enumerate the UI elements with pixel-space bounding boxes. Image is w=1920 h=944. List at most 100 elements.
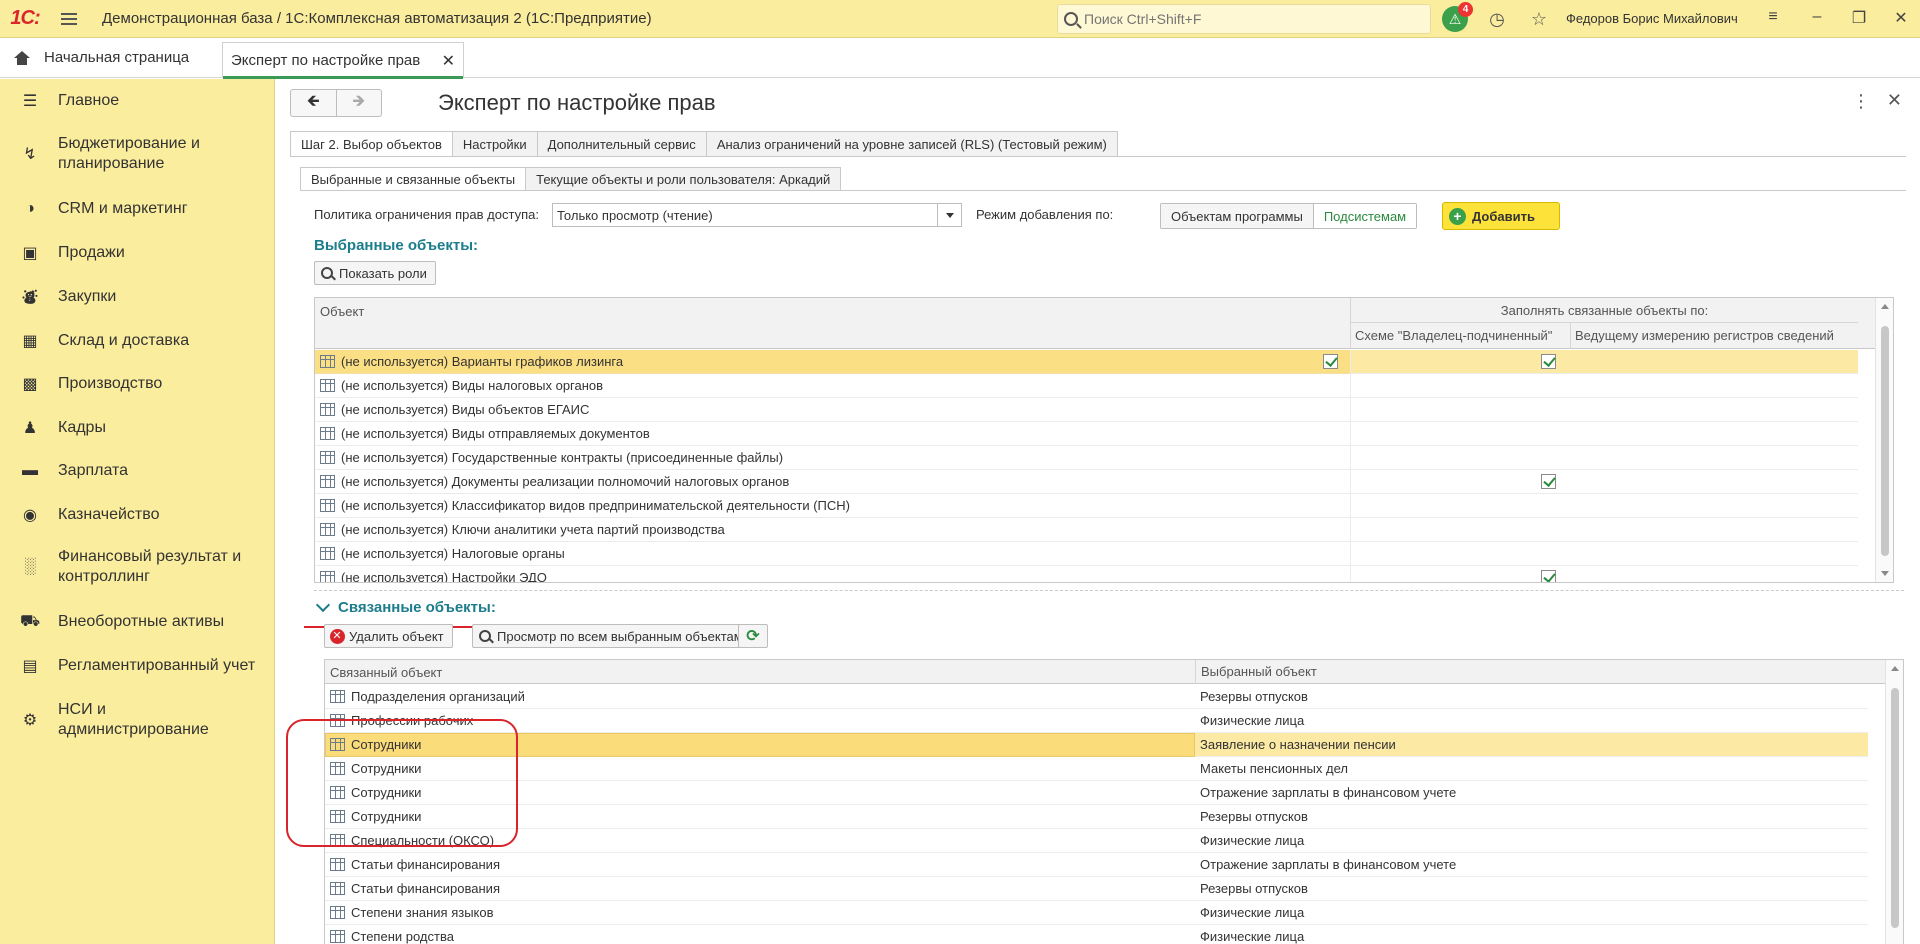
tab-rights-expert[interactable]: Эксперт по настройке прав ✕ <box>222 42 464 79</box>
back-arrow-icon[interactable]: 🡸 <box>291 90 336 116</box>
owner-scheme-checkbox[interactable] <box>1323 354 1338 369</box>
selected-objects-table: Объект Заполнять связанные объекты по: С… <box>314 297 1894 583</box>
dropdown-arrow-icon[interactable] <box>937 204 961 226</box>
table-row[interactable]: Специальности (ОКСО) Физические лица <box>325 829 1868 853</box>
minimize-icon[interactable]: – <box>1806 8 1828 26</box>
sidebar-item-financial-result[interactable]: ░ Финансовый результат и контроллинг <box>0 546 275 588</box>
col-linked-object[interactable]: Связанный объект <box>330 665 442 680</box>
leading-dimension-checkbox[interactable] <box>1541 474 1556 489</box>
bag-icon: ▣ <box>22 245 38 262</box>
sidebar-item-administration[interactable]: ⚙ НСИ и администрирование <box>0 699 275 741</box>
refresh-icon[interactable]: ⟳ <box>738 624 768 648</box>
tab-current-objects-roles[interactable]: Текущие объекты и роли пользователя: Арк… <box>526 167 842 191</box>
settings-lines-icon[interactable]: ≡ <box>1762 8 1784 26</box>
table-row[interactable]: Статьи финансирования Резервы отпусков <box>325 877 1868 901</box>
favorites-star-icon[interactable]: ☆ <box>1528 8 1550 30</box>
mode-by-objects[interactable]: Объектам программы <box>1161 204 1313 228</box>
col-leading-dimension[interactable]: Ведущему измерению регистров сведений <box>1570 323 1858 349</box>
catalog-icon <box>330 690 345 703</box>
sidebar-item-salary[interactable]: ▬ Зарплата <box>0 459 275 483</box>
object-name: (не используется) Виды налоговых органов <box>341 378 604 393</box>
table-row[interactable]: (не используется) Виды отправляемых доку… <box>315 422 1858 446</box>
tab-step2-select-objects[interactable]: Шаг 2. Выбор объектов <box>290 131 453 157</box>
current-user[interactable]: Федоров Борис Михайлович <box>1566 11 1738 26</box>
col-selected-object[interactable]: Выбранный объект <box>1195 660 1865 684</box>
mode-label: Режим добавления по: <box>976 207 1114 222</box>
table-row[interactable]: (не используется) Документы реализации п… <box>315 470 1858 494</box>
sidebar-item-treasury[interactable]: ◉ Казначейство <box>0 503 275 527</box>
tab-home[interactable]: Начальная страница <box>0 38 216 77</box>
more-actions-icon[interactable]: ⋮ <box>1852 91 1870 112</box>
table2-scrollbar[interactable] <box>1885 660 1903 944</box>
add-button[interactable]: + Добавить <box>1442 202 1560 230</box>
delete-icon: ✕ <box>329 628 345 644</box>
table-row[interactable]: Степени родства Физические лица <box>325 925 1868 944</box>
linked-object-name: Подразделения организаций <box>351 689 525 704</box>
close-form-icon[interactable]: ✕ <box>1887 90 1902 111</box>
tab-settings[interactable]: Настройки <box>452 131 538 157</box>
sidebar-item-crm[interactable]: ◑ CRM и маркетинг <box>0 197 275 221</box>
mode-by-subsystems[interactable]: Подсистемам <box>1312 204 1417 228</box>
restore-icon[interactable]: ❐ <box>1848 8 1870 28</box>
sidebar-item-sales[interactable]: ▣ Продажи <box>0 241 275 265</box>
gear-icon: ⚙ <box>22 712 38 729</box>
table-row[interactable]: Сотрудники Заявление о назначении пенсии <box>325 733 1868 757</box>
search-input[interactable] <box>1084 11 1384 27</box>
sidebar-item-production[interactable]: ▩ Производство <box>0 372 275 396</box>
tab-additional-service[interactable]: Дополнительный сервис <box>537 131 707 157</box>
sidebar-item-budgeting[interactable]: ↯ Бюджетирование и планирование <box>0 133 275 175</box>
linked-object-name: Статьи финансирования <box>351 881 500 896</box>
table-row[interactable]: (не используется) Виды объектов ЕГАИС <box>315 398 1858 422</box>
close-window-icon[interactable]: ✕ <box>1890 8 1912 28</box>
table-row[interactable]: (не используется) Виды налоговых органов <box>315 374 1858 398</box>
table-row[interactable]: (не используется) Налоговые органы <box>315 542 1858 566</box>
table1-scrollbar[interactable] <box>1875 298 1893 582</box>
sidebar-item-fixed-assets[interactable]: ⛟ Внеоборотные активы <box>0 610 275 634</box>
sidebar-item-purchases[interactable]: ⛇ Закупки <box>0 285 275 309</box>
table-row[interactable]: (не используется) Ключи аналитики учета … <box>315 518 1858 542</box>
main-menu-icon[interactable] <box>54 12 84 25</box>
table-row[interactable]: Подразделения организаций Резервы отпуско… <box>325 685 1868 709</box>
col-object[interactable]: Объект <box>320 304 364 319</box>
sidebar-item-regulated-accounting[interactable]: ▤ Регламентированный учет <box>0 654 275 678</box>
sidebar-item-warehouse[interactable]: ▦ Склад и доставка <box>0 329 275 353</box>
table-row[interactable]: Сотрудники Макеты пенсионных дел <box>325 757 1868 781</box>
table-row[interactable]: Статьи финансирования Отражение зарплаты … <box>325 853 1868 877</box>
object-name: (не используется) Налоговые органы <box>341 546 565 561</box>
tab-selected-and-linked[interactable]: Выбранные и связанные объекты <box>300 167 527 191</box>
forward-arrow-icon[interactable]: 🡺 <box>335 90 382 116</box>
leading-dimension-checkbox[interactable] <box>1541 354 1556 369</box>
cart-icon: ⛇ <box>21 289 38 307</box>
selected-objects-title: Выбранные объекты: <box>314 237 479 254</box>
table-row[interactable]: Сотрудники Резервы отпусков <box>325 805 1868 829</box>
object-name: (не используется) Виды отправляемых доку… <box>341 426 650 441</box>
policy-input[interactable] <box>553 204 933 226</box>
view-all-selected-button[interactable]: Просмотр по всем выбранным объектам <box>472 624 752 648</box>
show-roles-button[interactable]: Показать роли <box>314 261 436 285</box>
table-row[interactable]: (не используется) Варианты графиков лизи… <box>315 350 1858 374</box>
table-row[interactable]: (не используется) Классификатор видов пр… <box>315 494 1858 518</box>
tab-rls-analysis[interactable]: Анализ ограничений на уровне записей (RL… <box>706 131 1118 157</box>
leading-dimension-checkbox[interactable] <box>1541 570 1556 582</box>
notifications-bell-icon[interactable]: ⚠ 4 <box>1442 2 1473 32</box>
close-tab-icon[interactable]: ✕ <box>442 51 455 71</box>
table-row[interactable]: (не используется) Настройки ЭДО <box>315 566 1858 583</box>
policy-select[interactable] <box>552 203 962 227</box>
col-owner-scheme[interactable]: Схеме "Владелец-подчиненный" <box>1350 323 1570 349</box>
linked-objects-toggle[interactable]: Связанные объекты: <box>315 597 496 616</box>
delete-object-button[interactable]: ✕ Удалить объект <box>324 624 453 648</box>
table-row[interactable]: Сотрудники Отражение зарплаты в финансово… <box>325 781 1868 805</box>
object-name: (не используется) Настройки ЭДО <box>341 570 547 583</box>
sidebar-item-hr[interactable]: ♟ Кадры <box>0 416 275 440</box>
catalog-icon <box>330 930 345 943</box>
linked-object-name: Степени родства <box>351 929 454 944</box>
open-tabs-bar: Начальная страница Эксперт по настройке … <box>0 38 1920 79</box>
object-name: (не используется) Виды объектов ЕГАИС <box>341 402 590 417</box>
sidebar-item-main[interactable]: ☰ Главное <box>0 89 275 113</box>
global-search[interactable] <box>1057 4 1431 34</box>
history-icon[interactable]: ◷ <box>1486 8 1508 30</box>
table-row[interactable]: (не используется) Государственные контра… <box>315 446 1858 470</box>
search-icon <box>1064 12 1078 26</box>
table-row[interactable]: Профессии рабочих Физические лица <box>325 709 1868 733</box>
table-row[interactable]: Степени знания языков Физические лица <box>325 901 1868 925</box>
